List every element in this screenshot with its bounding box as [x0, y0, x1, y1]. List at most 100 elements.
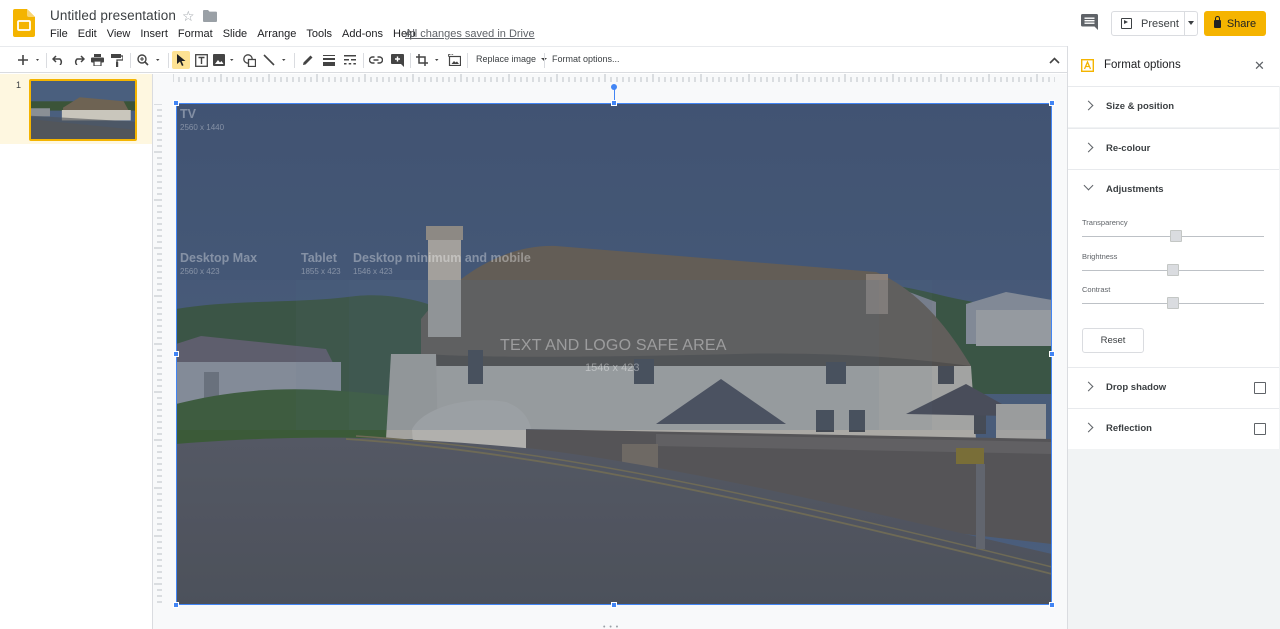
- document-title[interactable]: Untitled presentation: [50, 8, 176, 23]
- slides-logo-icon[interactable]: [13, 9, 35, 37]
- reset-image-button[interactable]: [446, 51, 462, 69]
- star-icon[interactable]: ☆: [182, 8, 195, 25]
- menu-tools[interactable]: Tools: [306, 28, 332, 40]
- chevron-right-icon: [1083, 381, 1094, 392]
- comment-icon[interactable]: [1081, 14, 1098, 30]
- image-icon: [213, 54, 234, 66]
- share-button[interactable]: Share: [1204, 11, 1266, 36]
- lock-icon: [1213, 15, 1221, 28]
- section-adjustments: Adjustments Transparency Brightness Cont…: [1068, 169, 1279, 367]
- present-button[interactable]: Present: [1111, 11, 1198, 36]
- menu-file[interactable]: File: [50, 28, 68, 40]
- menu-slide[interactable]: Slide: [223, 28, 247, 40]
- desktop-min-label: Desktop minimum and mobile: [353, 251, 531, 265]
- menu-addons[interactable]: Add-ons: [342, 28, 383, 40]
- collapse-menus-button[interactable]: [1046, 51, 1062, 69]
- crop-icon: [416, 54, 439, 66]
- section-size-position[interactable]: Size & position: [1068, 86, 1279, 127]
- contrast-label: Contrast: [1082, 285, 1111, 294]
- insert-link-button[interactable]: [368, 51, 384, 69]
- menu-view[interactable]: View: [107, 28, 131, 40]
- saved-status-link[interactable]: All changes saved in Drive: [405, 28, 535, 40]
- chevron-right-icon: [1083, 422, 1094, 433]
- line-button[interactable]: [262, 51, 290, 69]
- border-weight-icon: [323, 54, 335, 66]
- shape-button[interactable]: [241, 51, 257, 69]
- panel-title: Format options: [1104, 59, 1181, 71]
- menu-arrange[interactable]: Arrange: [257, 28, 296, 40]
- resize-handle-top[interactable]: [611, 100, 617, 106]
- close-icon[interactable]: ✕: [1254, 58, 1265, 74]
- border-dash-button[interactable]: [342, 51, 358, 69]
- vertical-ruler[interactable]: [154, 104, 162, 604]
- menu-bar: File Edit View Insert Format Slide Arran…: [50, 28, 426, 40]
- replace-image-label: Replace image: [476, 54, 537, 64]
- reset-button[interactable]: Reset: [1082, 328, 1144, 353]
- section-drop-shadow[interactable]: Drop shadow: [1068, 367, 1279, 408]
- border-color-button[interactable]: [300, 51, 316, 69]
- horizontal-ruler[interactable]: [173, 74, 1055, 82]
- section-reflection[interactable]: Reflection: [1068, 408, 1279, 449]
- paint-format-button[interactable]: [109, 51, 125, 69]
- thumbnail-image: [31, 81, 135, 139]
- replace-image-button[interactable]: Replace image: [476, 54, 547, 64]
- toolbar-divider: [410, 53, 411, 68]
- cursor-arrow-icon: [176, 54, 185, 66]
- contrast-slider-thumb[interactable]: [1167, 297, 1179, 309]
- desktop-max-label: Desktop Max: [180, 251, 258, 265]
- slide-thumbnail[interactable]: [29, 79, 137, 141]
- menu-edit[interactable]: Edit: [78, 28, 97, 40]
- undo-button[interactable]: [50, 51, 66, 69]
- redo-button[interactable]: [70, 51, 86, 69]
- menu-format[interactable]: Format: [178, 28, 213, 40]
- panel-header: Format options ✕: [1068, 46, 1280, 86]
- section-label: Size & position: [1106, 101, 1175, 112]
- toolbar-divider: [46, 53, 47, 68]
- drop-shadow-checkbox[interactable]: [1254, 382, 1266, 394]
- new-slide-button[interactable]: [17, 51, 41, 69]
- section-label: Re-colour: [1106, 143, 1151, 154]
- select-tool-button[interactable]: [172, 51, 190, 69]
- section-recolour[interactable]: Re-colour: [1068, 128, 1279, 169]
- toolbar-divider: [294, 53, 295, 68]
- zoom-button[interactable]: [136, 51, 164, 69]
- slide-canvas[interactable]: TV 2560 x 1440 Desktop Max 2560 x 423 Ta…: [176, 104, 1052, 604]
- present-dropdown-icon[interactable]: [1188, 21, 1194, 25]
- section-label: Drop shadow: [1106, 382, 1167, 393]
- insert-image-button[interactable]: [212, 51, 238, 69]
- resize-handle-left[interactable]: [173, 351, 179, 357]
- brightness-slider-thumb[interactable]: [1167, 264, 1179, 276]
- reflection-checkbox[interactable]: [1254, 423, 1266, 435]
- resize-handle-top-left[interactable]: [173, 100, 179, 106]
- plus-icon: [18, 55, 39, 65]
- format-options-button[interactable]: Format options...: [552, 54, 620, 64]
- adjustments-header[interactable]: Adjustments: [1068, 170, 1279, 211]
- rotate-handle[interactable]: [611, 84, 617, 90]
- resize-handle-right[interactable]: [1049, 351, 1055, 357]
- section-label: Reflection: [1106, 423, 1152, 434]
- resize-handle-bottom-left[interactable]: [173, 602, 179, 608]
- resize-handle-bottom[interactable]: [611, 602, 617, 608]
- desktop-min-dims: 1546 x 423: [353, 267, 393, 276]
- shape-icon: [242, 53, 256, 67]
- text-box-icon: [194, 53, 208, 67]
- transparency-slider-thumb[interactable]: [1170, 230, 1183, 242]
- crop-button[interactable]: [415, 51, 443, 69]
- safe-area-label: TEXT AND LOGO SAFE AREA: [500, 337, 727, 354]
- brightness-label: Brightness: [1082, 252, 1118, 261]
- desktop-max-dims: 2560 x 423: [180, 267, 220, 276]
- resize-handle-top-right[interactable]: [1049, 100, 1055, 106]
- safe-area-dims: 1546 x 423: [585, 362, 640, 374]
- folder-icon[interactable]: [203, 10, 217, 22]
- format-options-panel: Format options ✕ Size & position Re-colo…: [1067, 46, 1280, 629]
- border-weight-button[interactable]: [321, 51, 337, 69]
- filmstrip-selected-row[interactable]: 1: [0, 74, 152, 144]
- speaker-notes-resize-handle[interactable]: • • •: [603, 624, 619, 629]
- toolbar-divider: [544, 53, 545, 68]
- add-comment-button[interactable]: [389, 51, 405, 69]
- resize-handle-bottom-right[interactable]: [1049, 602, 1055, 608]
- text-box-button[interactable]: [193, 51, 209, 69]
- print-button[interactable]: [89, 51, 105, 69]
- menu-insert[interactable]: Insert: [140, 28, 168, 40]
- chevron-right-icon: [1083, 100, 1094, 111]
